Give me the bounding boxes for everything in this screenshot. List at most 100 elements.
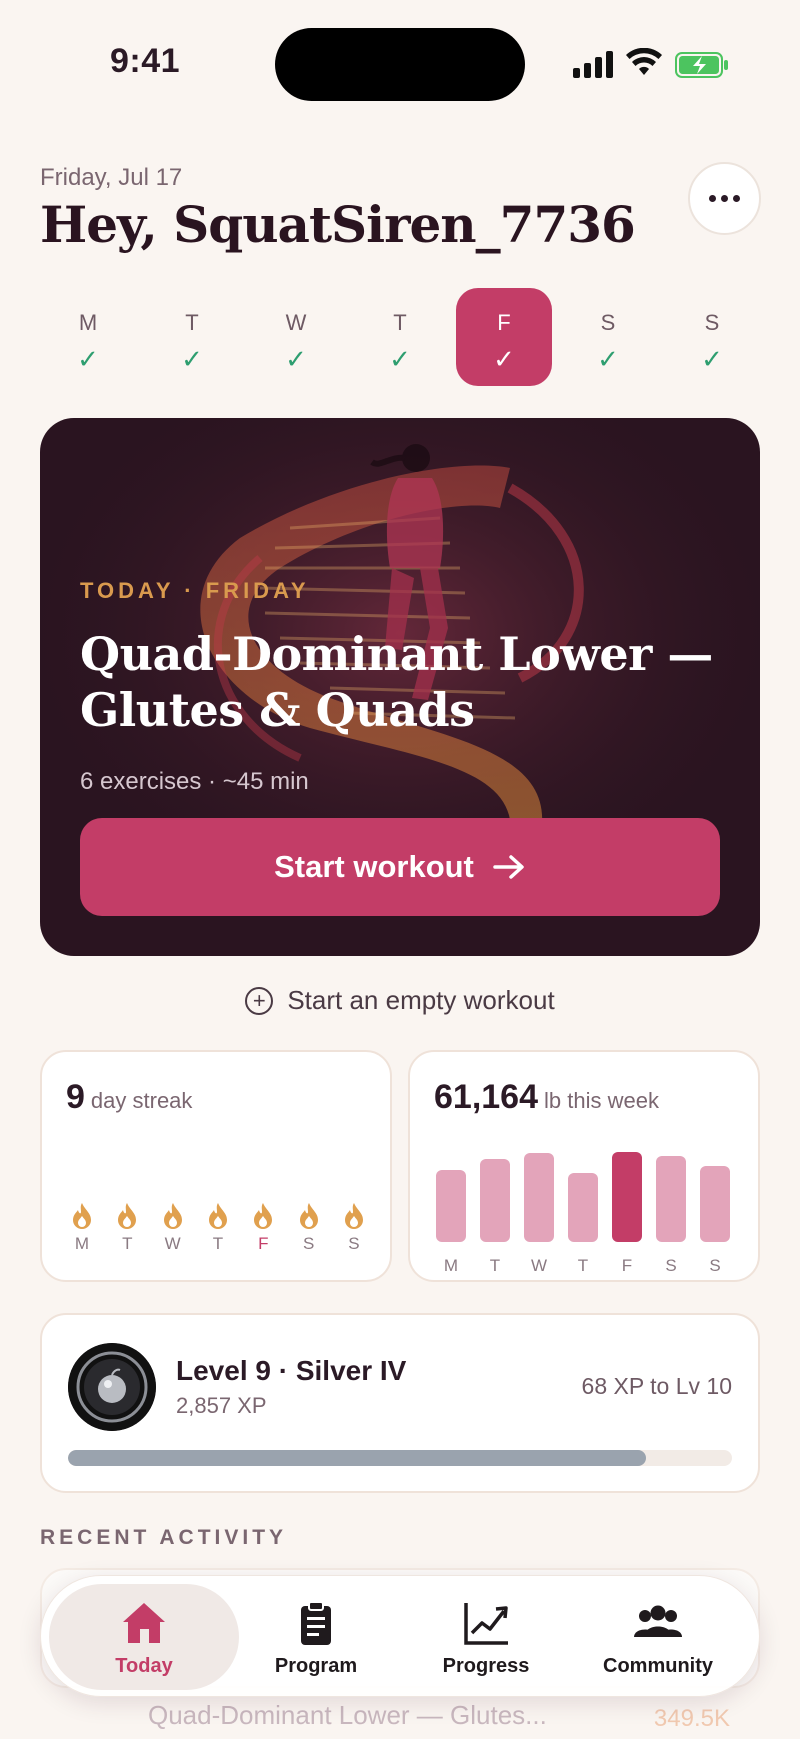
volume-bar bbox=[524, 1153, 554, 1242]
status-time: 9:41 bbox=[110, 42, 181, 80]
cellular-signal-icon bbox=[573, 50, 613, 78]
volume-bar bbox=[656, 1156, 686, 1242]
silver-rank-badge-icon bbox=[68, 1343, 156, 1431]
flame-icon bbox=[208, 1203, 227, 1229]
more-options-button[interactable] bbox=[688, 162, 761, 235]
plus-circle-icon: + bbox=[245, 986, 274, 1015]
workout-day-tag: TODAY · FRIDAY bbox=[80, 578, 310, 603]
week-day-label: T bbox=[393, 310, 407, 335]
streak-count: 9 day streak bbox=[66, 1078, 193, 1116]
streak-day-label: S bbox=[302, 1234, 315, 1253]
volume-bar bbox=[436, 1170, 466, 1242]
flame-icon bbox=[73, 1203, 91, 1229]
volume-day: M bbox=[436, 1122, 466, 1282]
streak-day: T bbox=[198, 1202, 238, 1254]
week-day-wed[interactable]: W ✓ bbox=[248, 288, 344, 386]
streak-day: M bbox=[62, 1202, 102, 1254]
level-card[interactable]: Level 9 · Silver IV 2,857 XP 68 XP to Lv… bbox=[40, 1313, 760, 1493]
start-empty-workout-button[interactable]: + Start an empty workout bbox=[0, 985, 800, 1016]
today-workout-card[interactable]: TODAY · FRIDAY Quad-Dominant Lower — Glu… bbox=[40, 418, 760, 956]
volume-day-label: F bbox=[621, 1256, 633, 1275]
volume-day: S bbox=[700, 1122, 730, 1282]
start-workout-button[interactable]: Start workout bbox=[80, 818, 720, 916]
check-icon: ✓ bbox=[701, 344, 723, 374]
streak-day-label: F bbox=[258, 1234, 269, 1253]
wifi-icon bbox=[626, 48, 662, 75]
volume-day-label: T bbox=[489, 1256, 501, 1275]
tab-label: Progress bbox=[442, 1654, 530, 1677]
level-title: Level 9 · Silver IV bbox=[176, 1355, 407, 1386]
check-icon: ✓ bbox=[389, 344, 411, 374]
volume-bar-chart: MTWTFSS bbox=[436, 1122, 736, 1282]
start-empty-workout-label: Start an empty workout bbox=[287, 985, 555, 1015]
streak-day: W bbox=[153, 1202, 193, 1254]
week-day-mon[interactable]: M ✓ bbox=[40, 288, 136, 386]
greeting-title: Hey, SquatSiren_7736 bbox=[40, 195, 636, 254]
volume-day-label: S bbox=[709, 1256, 721, 1275]
header-date: Friday, Jul 17 bbox=[40, 164, 183, 191]
flame-icon bbox=[254, 1203, 273, 1229]
week-day-sun[interactable]: S ✓ bbox=[664, 288, 760, 386]
volume-bar bbox=[568, 1173, 598, 1242]
volume-day: F bbox=[612, 1122, 642, 1282]
streak-day-label: S bbox=[348, 1234, 360, 1253]
week-day-label: M bbox=[78, 310, 98, 335]
recent-activity-value: 349.5K bbox=[653, 1705, 730, 1732]
check-icon: ✓ bbox=[285, 344, 307, 374]
volume-day: T bbox=[568, 1122, 598, 1282]
check-icon: ✓ bbox=[597, 344, 619, 374]
xp-progress-bar bbox=[68, 1450, 732, 1466]
week-day-label: S bbox=[600, 310, 616, 335]
tab-label: Community bbox=[603, 1654, 713, 1677]
week-strip: M ✓ T ✓ W ✓ T ✓ F ✓ S ✓ S ✓ bbox=[40, 288, 760, 388]
battery-charging-icon bbox=[675, 52, 728, 78]
streak-card[interactable]: 9 day streak M T W T F S S bbox=[40, 1050, 392, 1282]
volume-day-label: T bbox=[577, 1256, 589, 1275]
tab-label: Today bbox=[115, 1654, 173, 1677]
volume-bar bbox=[612, 1152, 642, 1242]
streak-day-label: M bbox=[74, 1234, 90, 1253]
volume-day: W bbox=[524, 1122, 554, 1282]
tab-community[interactable]: Community bbox=[563, 1584, 753, 1690]
streak-day-label: T bbox=[212, 1234, 224, 1253]
recent-activity-heading: RECENT ACTIVITY bbox=[40, 1526, 288, 1549]
week-day-fri[interactable]: F ✓ bbox=[456, 288, 552, 386]
status-bar: 9:41 bbox=[0, 0, 800, 130]
tab-label: Program bbox=[274, 1654, 358, 1677]
week-day-label: T bbox=[185, 310, 199, 335]
flame-icon bbox=[344, 1203, 363, 1229]
tab-program[interactable]: Program bbox=[221, 1584, 411, 1690]
tab-bar: Today Program Progress Community bbox=[40, 1575, 760, 1697]
home-icon bbox=[123, 1602, 165, 1643]
week-day-label: W bbox=[285, 310, 307, 335]
dynamic-island bbox=[275, 28, 525, 101]
week-day-sat[interactable]: S ✓ bbox=[560, 288, 656, 386]
tab-today[interactable]: Today bbox=[49, 1584, 239, 1690]
volume-day-label: S bbox=[665, 1256, 677, 1275]
more-horizontal-icon bbox=[709, 195, 716, 202]
volume-day-label: M bbox=[443, 1256, 459, 1275]
check-icon: ✓ bbox=[77, 344, 99, 374]
flame-icon bbox=[118, 1203, 137, 1229]
volume-day-label: W bbox=[530, 1256, 548, 1275]
recent-activity-title: Quad-Dominant Lower — Glutes... bbox=[148, 1700, 547, 1730]
streak-flames: MTWTFSS bbox=[62, 1202, 374, 1254]
level-next: 68 XP to Lv 10 bbox=[581, 1373, 732, 1399]
arrow-right-icon bbox=[493, 855, 524, 879]
start-workout-label: Start workout bbox=[274, 849, 474, 884]
streak-day: S bbox=[334, 1202, 374, 1254]
volume-total: 61,164 lb this week bbox=[434, 1078, 659, 1116]
workout-meta: 6 exercises · ~45 min bbox=[80, 768, 309, 795]
volume-day: S bbox=[656, 1122, 686, 1282]
people-icon bbox=[634, 1605, 682, 1637]
volume-bar bbox=[480, 1159, 510, 1242]
weekly-volume-card[interactable]: 61,164 lb this week M T W T F S S bbox=[408, 1050, 760, 1282]
week-day-tue[interactable]: T ✓ bbox=[144, 288, 240, 386]
week-day-label: S bbox=[704, 310, 720, 335]
level-xp: 2,857 XP bbox=[176, 1393, 267, 1418]
streak-day-label: T bbox=[122, 1234, 133, 1253]
week-day-thu[interactable]: T ✓ bbox=[352, 288, 448, 386]
volume-bar bbox=[700, 1166, 730, 1242]
clipboard-icon bbox=[301, 1600, 331, 1645]
tab-progress[interactable]: Progress bbox=[391, 1584, 581, 1690]
